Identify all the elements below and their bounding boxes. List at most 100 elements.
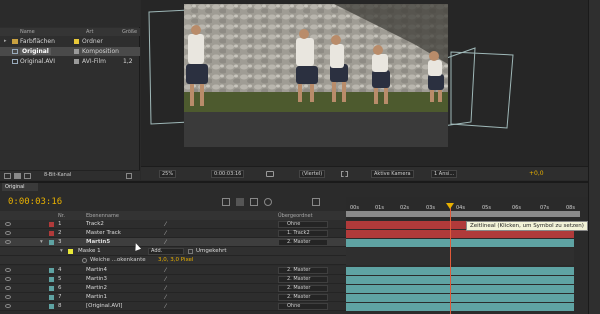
project-item-size: 1,2 <box>123 58 133 65</box>
interpret-footage-icon[interactable] <box>4 173 11 179</box>
column-type[interactable]: Art <box>86 29 93 35</box>
layer-bar-master-track[interactable] <box>346 230 574 238</box>
motion-blur-icon[interactable] <box>264 198 272 206</box>
layer-bar-martin5[interactable] <box>346 239 574 247</box>
expand-triangle-icon[interactable]: ▾ <box>60 248 63 254</box>
live-update-icon[interactable] <box>222 198 230 206</box>
visibility-eye-icon[interactable] <box>5 277 11 281</box>
visibility-eye-icon[interactable] <box>5 295 11 299</box>
parent-dropdown[interactable]: 2. Master <box>278 276 328 283</box>
layer-column-header: Nr. Ebenenname Übergeordnet <box>0 211 346 220</box>
graph-editor-icon[interactable] <box>312 198 320 206</box>
parent-dropdown[interactable]: 2. Master <box>278 294 328 301</box>
visibility-eye-icon[interactable] <box>5 268 11 272</box>
layer-number: 2 <box>58 230 62 236</box>
layer-row-original-avi[interactable]: 8 [Original.AVI] ⁄ Ohne <box>0 302 346 311</box>
project-item-name: Original <box>20 48 51 55</box>
pickwhip-icon[interactable]: ⁄ <box>165 267 166 274</box>
project-item-original[interactable]: Original Komposition <box>0 47 140 56</box>
column-number[interactable]: Nr. <box>58 213 65 219</box>
active-camera-dropdown[interactable]: Aktive Kamera <box>371 170 414 178</box>
right-side-panel <box>588 0 600 314</box>
layer-bar-martin3[interactable] <box>346 276 574 284</box>
work-area-bar[interactable] <box>346 211 580 217</box>
layer-name[interactable]: Martin3 <box>86 276 107 282</box>
draft-3d-icon[interactable] <box>236 198 244 206</box>
layer-name[interactable]: Martin1 <box>86 294 107 300</box>
project-item-type: Komposition <box>82 48 119 55</box>
project-column-header: Name Art Größe <box>0 28 140 36</box>
exposure-value[interactable]: +0,0 <box>529 170 544 177</box>
bit-depth-button[interactable]: 8-Bit-Kanal <box>44 172 71 178</box>
pickwhip-icon[interactable]: ⁄ <box>165 285 166 292</box>
visibility-eye-icon[interactable] <box>5 286 11 290</box>
layer-row-martin4[interactable]: 4 Martin4 ⁄ 2. Master <box>0 266 346 275</box>
layer-row-martin3[interactable]: 5 Martin3 ⁄ 2. Master <box>0 275 346 284</box>
layer-bar-martin4[interactable] <box>346 267 574 275</box>
visibility-eye-icon[interactable] <box>5 231 11 235</box>
layer-bar-martin2[interactable] <box>346 285 574 293</box>
project-item-original-avi[interactable]: Original.AVI AVI-Film 1,2 <box>0 57 140 66</box>
mask-inverted-label: Umgekehrt <box>196 248 227 254</box>
layer-name[interactable]: Martin4 <box>86 267 107 273</box>
current-time-field[interactable]: 0:00:03:16 <box>211 170 245 178</box>
resolution-dropdown[interactable]: (Viertel) <box>299 170 326 178</box>
layer-name[interactable]: Martin2 <box>86 285 107 291</box>
pickwhip-icon[interactable]: ⁄ <box>165 221 166 228</box>
shy-layers-icon[interactable] <box>250 198 258 206</box>
mask-row[interactable]: ▾ Maske 1 Add. Umgekehrt <box>0 247 346 256</box>
parent-dropdown[interactable]: Ohne <box>278 221 328 228</box>
layer-name[interactable]: Martin5 <box>86 239 110 245</box>
timeline-timecode[interactable]: 0:00:03:16 <box>8 197 62 207</box>
parent-dropdown[interactable]: 2. Master <box>278 239 328 246</box>
layer-row-martin2[interactable]: 6 Martin2 ⁄ 2. Master <box>0 284 346 293</box>
parent-dropdown[interactable]: 1. Track2 <box>278 230 328 237</box>
layer-row-track2[interactable]: 1 Track2 ⁄ Ohne <box>0 220 346 229</box>
expand-triangle-icon[interactable]: ▾ <box>40 239 43 245</box>
layer-name[interactable]: Master Track <box>86 230 121 236</box>
layer-bar-original-avi[interactable] <box>346 303 574 311</box>
pickwhip-icon[interactable]: ⁄ <box>165 239 166 246</box>
composition-frame <box>184 4 448 147</box>
project-footer-bar: 8-Bit-Kanal <box>0 170 140 180</box>
stopwatch-icon[interactable] <box>82 258 87 263</box>
mask-inverted-checkbox[interactable] <box>188 249 193 254</box>
visibility-eye-icon[interactable] <box>5 240 11 244</box>
mask-mode-dropdown[interactable]: Add. <box>148 248 184 255</box>
new-composition-icon[interactable] <box>24 173 31 179</box>
layer-row-master-track[interactable]: 2 Master Track ⁄ 1. Track2 <box>0 229 346 238</box>
layer-name[interactable]: Track2 <box>86 221 104 227</box>
expand-triangle-icon[interactable]: ▸ <box>4 38 7 44</box>
column-name[interactable]: Name <box>20 29 35 35</box>
views-dropdown[interactable]: 1 Ansi... <box>431 170 458 178</box>
mask-name[interactable]: Maske 1 <box>78 248 101 254</box>
pickwhip-icon[interactable]: ⁄ <box>165 230 166 237</box>
visibility-eye-icon[interactable] <box>5 304 11 308</box>
new-folder-icon[interactable] <box>14 173 21 179</box>
pickwhip-icon[interactable]: ⁄ <box>165 294 166 301</box>
layer-bar-martin1[interactable] <box>346 294 574 302</box>
parent-dropdown[interactable]: Ohne <box>278 303 328 310</box>
column-parent[interactable]: Übergeordnet <box>278 213 313 219</box>
trash-icon[interactable] <box>126 173 132 179</box>
mask-keyframe-track[interactable] <box>346 248 574 265</box>
mask-feather-row[interactable]: Weiche ...okenkante 3,0, 3,0 Pixel <box>0 256 346 265</box>
pickwhip-icon[interactable]: ⁄ <box>165 276 166 283</box>
column-layer-name[interactable]: Ebenenname <box>86 213 119 219</box>
current-time-indicator[interactable] <box>450 203 451 314</box>
project-item-farbflaechen[interactable]: ▸ Farbflächen Ordner <box>0 37 140 46</box>
parent-dropdown[interactable]: 2. Master <box>278 285 328 292</box>
parent-dropdown[interactable]: 2. Master <box>278 267 328 274</box>
camera-snapshot-icon[interactable] <box>266 171 274 177</box>
mask-feather-value[interactable]: 3,0, 3,0 Pixel <box>158 257 193 263</box>
region-of-interest-icon[interactable] <box>341 171 348 177</box>
zoom-dropdown[interactable]: 25% <box>159 170 177 178</box>
layer-row-martin5[interactable]: ▾ 3 Martin5 ⁄ 2. Master <box>0 238 346 247</box>
column-size[interactable]: Größe <box>122 29 137 35</box>
layer-number: 7 <box>58 294 62 300</box>
timeline-tab[interactable]: Original <box>2 183 38 191</box>
pickwhip-icon[interactable]: ⁄ <box>165 303 166 310</box>
visibility-eye-icon[interactable] <box>5 222 11 226</box>
layer-row-martin1[interactable]: 7 Martin1 ⁄ 2. Master <box>0 293 346 302</box>
layer-name[interactable]: [Original.AVI] <box>86 303 122 309</box>
